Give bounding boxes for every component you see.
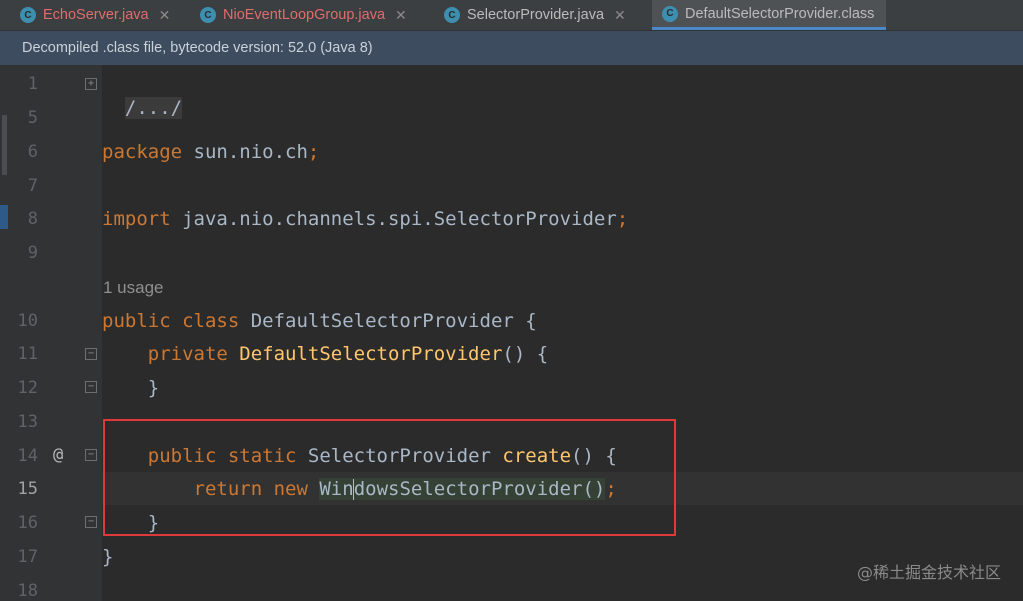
code-line-12[interactable]: } <box>102 376 159 400</box>
editor-tab-bar: C EchoServer.java ✕ C NioEventLoopGroup.… <box>0 0 1023 31</box>
line-number: 18 <box>17 581 38 601</box>
code-line-8[interactable]: import java.nio.channels.spi.SelectorPro… <box>102 207 628 231</box>
selection-marker <box>0 205 8 229</box>
close-brace: } <box>147 377 160 399</box>
tab-selectorprovider[interactable]: C SelectorProvider.java ✕ <box>444 0 626 30</box>
banner-text: Decompiled .class file, bytecode version… <box>22 40 373 56</box>
line-number: 14 <box>17 446 38 466</box>
keyword: package <box>102 141 183 163</box>
line-number: 7 <box>27 176 38 196</box>
tab-label: DefaultSelectorProvider.class <box>685 5 875 22</box>
line-number: 8 <box>27 209 38 229</box>
close-icon[interactable]: ✕ <box>159 7 171 24</box>
class-declaration: DefaultSelectorProvider { <box>239 310 537 332</box>
line-number-current: 15 <box>17 479 38 499</box>
class-file-icon: C <box>662 5 678 22</box>
java-class-icon: C <box>200 7 216 23</box>
fold-collapse-icon[interactable]: − <box>85 449 97 461</box>
code-line-11[interactable]: private DefaultSelectorProvider() { <box>102 342 548 366</box>
fold-expand-icon[interactable]: + <box>85 78 97 90</box>
fold-collapse-icon[interactable]: − <box>85 348 97 360</box>
code-line-17[interactable]: } <box>102 545 113 569</box>
tab-label: EchoServer.java <box>43 7 149 23</box>
watermark: @稀土掘金技术社区 <box>856 563 1001 582</box>
java-class-icon: C <box>20 7 36 23</box>
code-line-10[interactable]: public class DefaultSelectorProvider { <box>102 309 537 333</box>
fold-collapse-icon[interactable]: − <box>85 381 97 393</box>
line-number: 1 <box>27 74 38 94</box>
code-line-1[interactable]: /.../ <box>102 72 183 120</box>
line-number: 16 <box>17 513 38 533</box>
fold-collapse-icon[interactable]: − <box>85 516 97 528</box>
code-line-6[interactable]: package sun.nio.ch; <box>102 140 319 164</box>
package-name: sun.nio.ch <box>182 141 308 163</box>
tab-nioeventloopgroup[interactable]: C NioEventLoopGroup.java ✕ <box>200 0 407 30</box>
ctor-rest: () { <box>502 343 549 365</box>
usage-hint[interactable]: 1 usage <box>103 277 164 299</box>
left-tool-strip <box>0 65 10 601</box>
close-brace: } <box>102 546 114 568</box>
line-number: 12 <box>17 378 38 398</box>
close-icon[interactable]: ✕ <box>614 7 626 24</box>
line-number: 5 <box>27 108 38 128</box>
keyword: public class <box>102 310 240 332</box>
tab-echoserver[interactable]: C EchoServer.java ✕ <box>20 0 170 30</box>
semicolon: ; <box>307 141 320 163</box>
scroll-marker <box>2 115 7 175</box>
tab-label: NioEventLoopGroup.java <box>223 7 386 23</box>
constructor-name: DefaultSelectorProvider <box>227 343 503 365</box>
tab-defaultselectorprovider[interactable]: C DefaultSelectorProvider.class <box>652 0 887 30</box>
annotation-highlight-box <box>103 419 676 536</box>
close-icon[interactable]: ✕ <box>395 7 407 24</box>
line-number: 6 <box>27 142 38 162</box>
tab-label: SelectorProvider.java <box>467 7 605 23</box>
import-name: java.nio.channels.spi.SelectorProvider <box>170 208 617 230</box>
semicolon: ; <box>616 208 629 230</box>
keyword: private <box>147 343 228 365</box>
line-number: 17 <box>17 547 38 567</box>
folded-header[interactable]: /.../ <box>124 97 183 119</box>
line-number: 10 <box>17 311 38 331</box>
override-marker-icon[interactable]: @ <box>53 445 63 465</box>
keyword: import <box>102 208 171 230</box>
java-class-icon: C <box>444 7 460 23</box>
line-number: 11 <box>17 344 38 364</box>
line-number: 13 <box>17 412 38 432</box>
line-number: 9 <box>27 243 38 263</box>
decompiled-banner: Decompiled .class file, bytecode version… <box>0 31 1023 65</box>
